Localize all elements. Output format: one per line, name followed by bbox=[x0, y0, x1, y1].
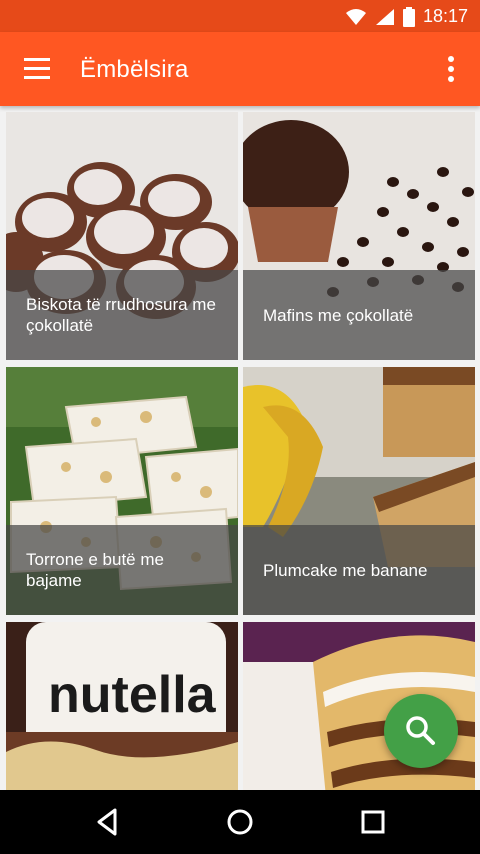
battery-icon bbox=[402, 6, 415, 27]
search-button[interactable] bbox=[384, 694, 458, 768]
recipe-card-almond-nougat[interactable]: Torrone e butë me bajame bbox=[6, 367, 238, 615]
recipe-card-crinkle-cookies[interactable]: Biskota të rrudhosura me çokollatë bbox=[6, 112, 238, 360]
menu-icon[interactable] bbox=[20, 56, 56, 82]
recipe-caption: Plumcake me banane bbox=[243, 525, 475, 615]
recipe-caption: Mafins me çokollatë bbox=[243, 270, 475, 360]
recipe-photo: nutella bbox=[6, 622, 238, 790]
page-title: Ëmbëlsira bbox=[80, 56, 189, 83]
nutella-label: nutella bbox=[48, 666, 217, 724]
search-icon bbox=[406, 716, 435, 745]
recents-icon[interactable] bbox=[353, 802, 393, 842]
recipe-card-chocolate-muffins[interactable]: Mafins me çokollatë bbox=[243, 112, 475, 360]
back-icon[interactable] bbox=[87, 802, 127, 842]
status-bar: 18:17 bbox=[0, 0, 480, 32]
wifi-icon bbox=[345, 8, 366, 25]
recipe-caption: Biskota të rrudhosura me çokollatë bbox=[6, 270, 238, 360]
navigation-bar bbox=[0, 790, 480, 854]
home-icon[interactable] bbox=[220, 802, 260, 842]
recipe-caption: Torrone e butë me bajame bbox=[6, 525, 238, 615]
recipe-card-banana-plumcake[interactable]: Plumcake me banane bbox=[243, 367, 475, 615]
more-vert-icon[interactable] bbox=[438, 54, 464, 84]
signal-icon bbox=[375, 8, 394, 25]
recipe-grid: Biskota të rrudhosura me çokollatë Mafin… bbox=[0, 106, 480, 790]
app-bar: Ëmbëlsira bbox=[0, 32, 480, 106]
recipe-card-nutella-cake[interactable]: nutella bbox=[6, 622, 238, 790]
status-time: 18:17 bbox=[422, 6, 468, 26]
